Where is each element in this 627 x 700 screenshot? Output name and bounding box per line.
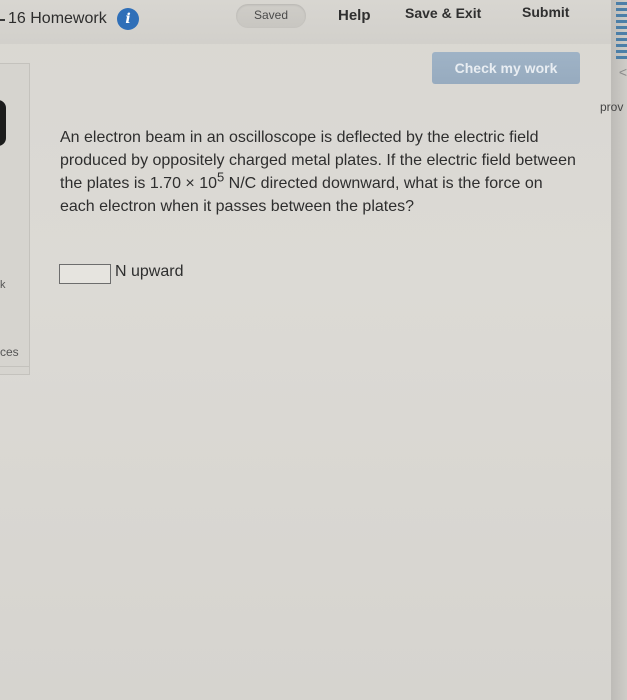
info-icon[interactable]: i bbox=[117, 8, 139, 30]
top-bar: 16 Homework i Saved Help Save & Exit Sub… bbox=[0, 0, 627, 44]
right-partial-tab[interactable]: prov bbox=[600, 100, 627, 118]
sidebar-partial-item-ces[interactable]: ces bbox=[0, 345, 19, 359]
chevron-left-icon[interactable]: < bbox=[619, 64, 627, 80]
grid-menu-icon[interactable] bbox=[616, 2, 627, 72]
submit-button[interactable]: Submit bbox=[522, 4, 569, 20]
question-text: An electron beam in an oscilloscope is d… bbox=[60, 126, 580, 218]
sidebar-marker-icon bbox=[0, 100, 6, 146]
saved-status-badge: Saved bbox=[236, 4, 306, 28]
help-button[interactable]: Help bbox=[338, 7, 371, 24]
assignment-title: 16 Homework bbox=[8, 10, 107, 27]
sidebar-divider bbox=[0, 366, 29, 367]
save-exit-button[interactable]: Save & Exit bbox=[405, 5, 481, 21]
answer-input[interactable] bbox=[59, 264, 111, 284]
check-my-work-button[interactable]: Check my work bbox=[432, 52, 580, 84]
answer-unit-label: N upward bbox=[115, 263, 184, 280]
dash-mark bbox=[0, 19, 5, 21]
sidebar-partial-item-k[interactable]: k bbox=[0, 279, 6, 291]
